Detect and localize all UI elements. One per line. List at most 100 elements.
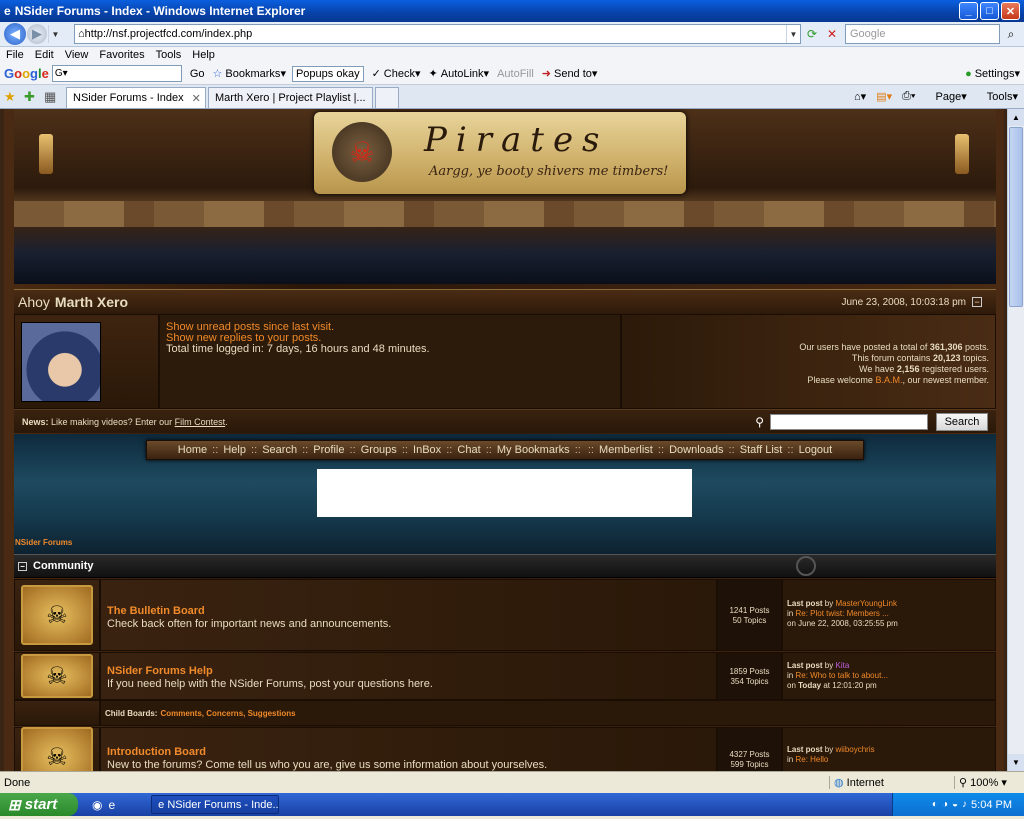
nav-my-bookmarks[interactable]: My Bookmarks — [497, 444, 570, 456]
stop-icon[interactable]: ✕ — [823, 25, 841, 43]
history-dropdown[interactable]: ▼ — [48, 25, 62, 43]
tab-nsider-forums[interactable]: NSider Forums - Index ✕ — [66, 87, 206, 108]
home-icon[interactable]: ⌂▾ — [854, 90, 866, 103]
settings-button[interactable]: ● Settings ▾ — [965, 67, 1020, 81]
vertical-scrollbar[interactable]: ▲ ▼ — [1007, 109, 1024, 771]
tray-icon[interactable]: ◑ — [942, 799, 948, 810]
volume-icon[interactable]: ♪ — [962, 799, 967, 810]
newest-member-link[interactable]: B.A.M. — [875, 375, 902, 385]
bookmarks-button[interactable]: ☆ Bookmarks ▾ — [213, 67, 286, 81]
settings-label: Settings — [974, 67, 1015, 80]
check-button[interactable]: ✓ Check ▾ — [372, 67, 421, 81]
feeds-icon[interactable]: ▤▾ — [876, 90, 892, 103]
nav-chat[interactable]: Chat — [457, 444, 480, 456]
nav-profile[interactable]: Profile — [313, 444, 344, 456]
menu-file[interactable]: File — [6, 49, 24, 61]
nav-search[interactable]: Search — [262, 444, 297, 456]
tab-close-icon[interactable]: ✕ — [184, 92, 201, 105]
scroll-thumb[interactable] — [1009, 127, 1023, 307]
search-box[interactable]: Google — [845, 24, 1000, 44]
wood-plank — [14, 201, 996, 227]
page-menu[interactable]: Page▾ — [926, 90, 967, 103]
nav-inbox[interactable]: InBox — [413, 444, 441, 456]
nav-staff-list[interactable]: Staff List — [740, 444, 783, 456]
last-post-author-link[interactable]: wiiboychris — [835, 745, 874, 754]
breadcrumb[interactable]: NSider Forums — [15, 538, 72, 547]
scroll-up-icon[interactable]: ▲ — [1008, 109, 1024, 126]
last-post-author-link[interactable]: MasterYoungLink — [835, 599, 897, 608]
nav-help[interactable]: Help — [223, 444, 246, 456]
last-post-topic-link[interactable]: Re: Who to talk to about... — [795, 671, 888, 680]
tools-menu[interactable]: Tools▾ — [977, 90, 1018, 103]
collapse-icon[interactable]: − — [972, 297, 982, 307]
menu-edit[interactable]: Edit — [35, 49, 54, 61]
quick-launch-icon[interactable]: ◉ — [92, 798, 102, 812]
nav-memberlist[interactable]: Memberlist — [599, 444, 653, 456]
refresh-icon[interactable]: ⟳ — [803, 25, 821, 43]
child-boards-links[interactable]: Comments, Concerns, Suggestions — [160, 709, 295, 718]
board-title-link[interactable]: Introduction Board — [107, 746, 716, 758]
menu-tools[interactable]: Tools — [156, 49, 182, 61]
clock[interactable]: 5:04 PM — [971, 799, 1012, 811]
in-text: in — [787, 755, 794, 764]
start-button[interactable]: ⊞ start — [0, 793, 78, 816]
search-button[interactable]: Search — [936, 412, 988, 431]
favorites-star-icon[interactable]: ★ — [4, 89, 24, 105]
board-info: Introduction Board New to the forums? Co… — [100, 727, 717, 771]
taskbar-item-ie[interactable]: e NSider Forums - Inde... — [151, 795, 280, 814]
quick-tabs-icon[interactable]: ▦ — [44, 89, 64, 105]
tray-icon[interactable]: ◐ — [932, 799, 938, 810]
sendto-button[interactable]: ➜ Send to ▾ — [542, 67, 598, 81]
by-text: by — [824, 661, 834, 670]
board-title-link[interactable]: NSider Forums Help — [107, 665, 716, 677]
pirates-logo[interactable]: ☠ Pirates Aargg, ye booty shivers me tim… — [314, 112, 686, 194]
back-button[interactable]: ◀ — [4, 23, 26, 45]
film-contest-link[interactable]: Film Contest — [175, 417, 226, 427]
category-title: Community — [33, 560, 94, 572]
menu-favorites[interactable]: Favorites — [99, 49, 144, 61]
post-count: 1241 Posts — [729, 606, 770, 615]
forward-button[interactable]: ▶ — [27, 24, 47, 44]
add-favorite-icon[interactable]: ✚ — [24, 89, 44, 105]
board-row: ☠ NSider Forums Help If you need help wi… — [14, 652, 996, 700]
maximize-button[interactable]: □ — [980, 2, 999, 20]
nav-logout[interactable]: Logout — [799, 444, 833, 456]
last-post-topic-link[interactable]: Re: Plot twist: Members ... — [795, 609, 888, 618]
popups-button[interactable]: Popups okay — [291, 65, 364, 82]
last-post-topic-link[interactable]: Re: Hello — [795, 755, 828, 764]
close-button[interactable]: ✕ — [1001, 2, 1020, 20]
window-title-bar[interactable]: e NSider Forums - Index - Windows Intern… — [0, 0, 1024, 22]
google-search-input[interactable]: G▾ — [51, 65, 182, 82]
menu-view[interactable]: View — [65, 49, 89, 61]
autofill-button[interactable]: AutoFill — [497, 68, 534, 80]
search-icon[interactable]: ⌕ — [1002, 25, 1020, 43]
menu-help[interactable]: Help — [192, 49, 215, 61]
tab-project-playlist[interactable]: Marth Xero | Project Playlist |... — [208, 87, 373, 108]
avatar[interactable] — [21, 322, 101, 402]
nav-downloads[interactable]: Downloads — [669, 444, 723, 456]
security-zone[interactable]: ◍ Internet — [829, 776, 954, 789]
autolink-button[interactable]: ✦ AutoLink ▾ — [429, 67, 490, 81]
nav-groups[interactable]: Groups — [361, 444, 397, 456]
last-post-author-link[interactable]: Kita — [835, 661, 849, 670]
address-dropdown[interactable]: ▼ — [786, 25, 800, 43]
address-field[interactable]: ⌂ http://nsf.projectfcd.com/index.php ▼ — [74, 24, 801, 44]
google-go-button[interactable]: Go — [190, 68, 205, 80]
minimize-button[interactable]: _ — [959, 2, 978, 20]
advertisement-box[interactable] — [317, 469, 692, 517]
zone-label: Internet — [846, 776, 884, 789]
child-board-icon-cell — [14, 700, 100, 726]
nav-home[interactable]: Home — [178, 444, 207, 456]
board-title-link[interactable]: The Bulletin Board — [107, 605, 716, 617]
command-bar: ⌂▾ ▤▾ ⎙▾ Page▾ Tools▾ — [844, 90, 1024, 103]
scroll-down-icon[interactable]: ▼ — [1008, 754, 1024, 771]
last-post-time: at 12:01:20 pm — [823, 681, 877, 690]
ie-quick-launch-icon[interactable]: e — [108, 798, 115, 812]
new-tab-button[interactable] — [374, 87, 399, 108]
collapse-icon[interactable]: − — [18, 561, 27, 571]
status-text: Done — [4, 776, 31, 789]
forum-search-input[interactable] — [770, 413, 928, 430]
zoom-control[interactable]: ⚲ 100% ▾ — [954, 776, 1024, 789]
tray-icon[interactable]: ◒ — [952, 799, 958, 810]
print-icon[interactable]: ⎙▾ — [902, 90, 915, 103]
